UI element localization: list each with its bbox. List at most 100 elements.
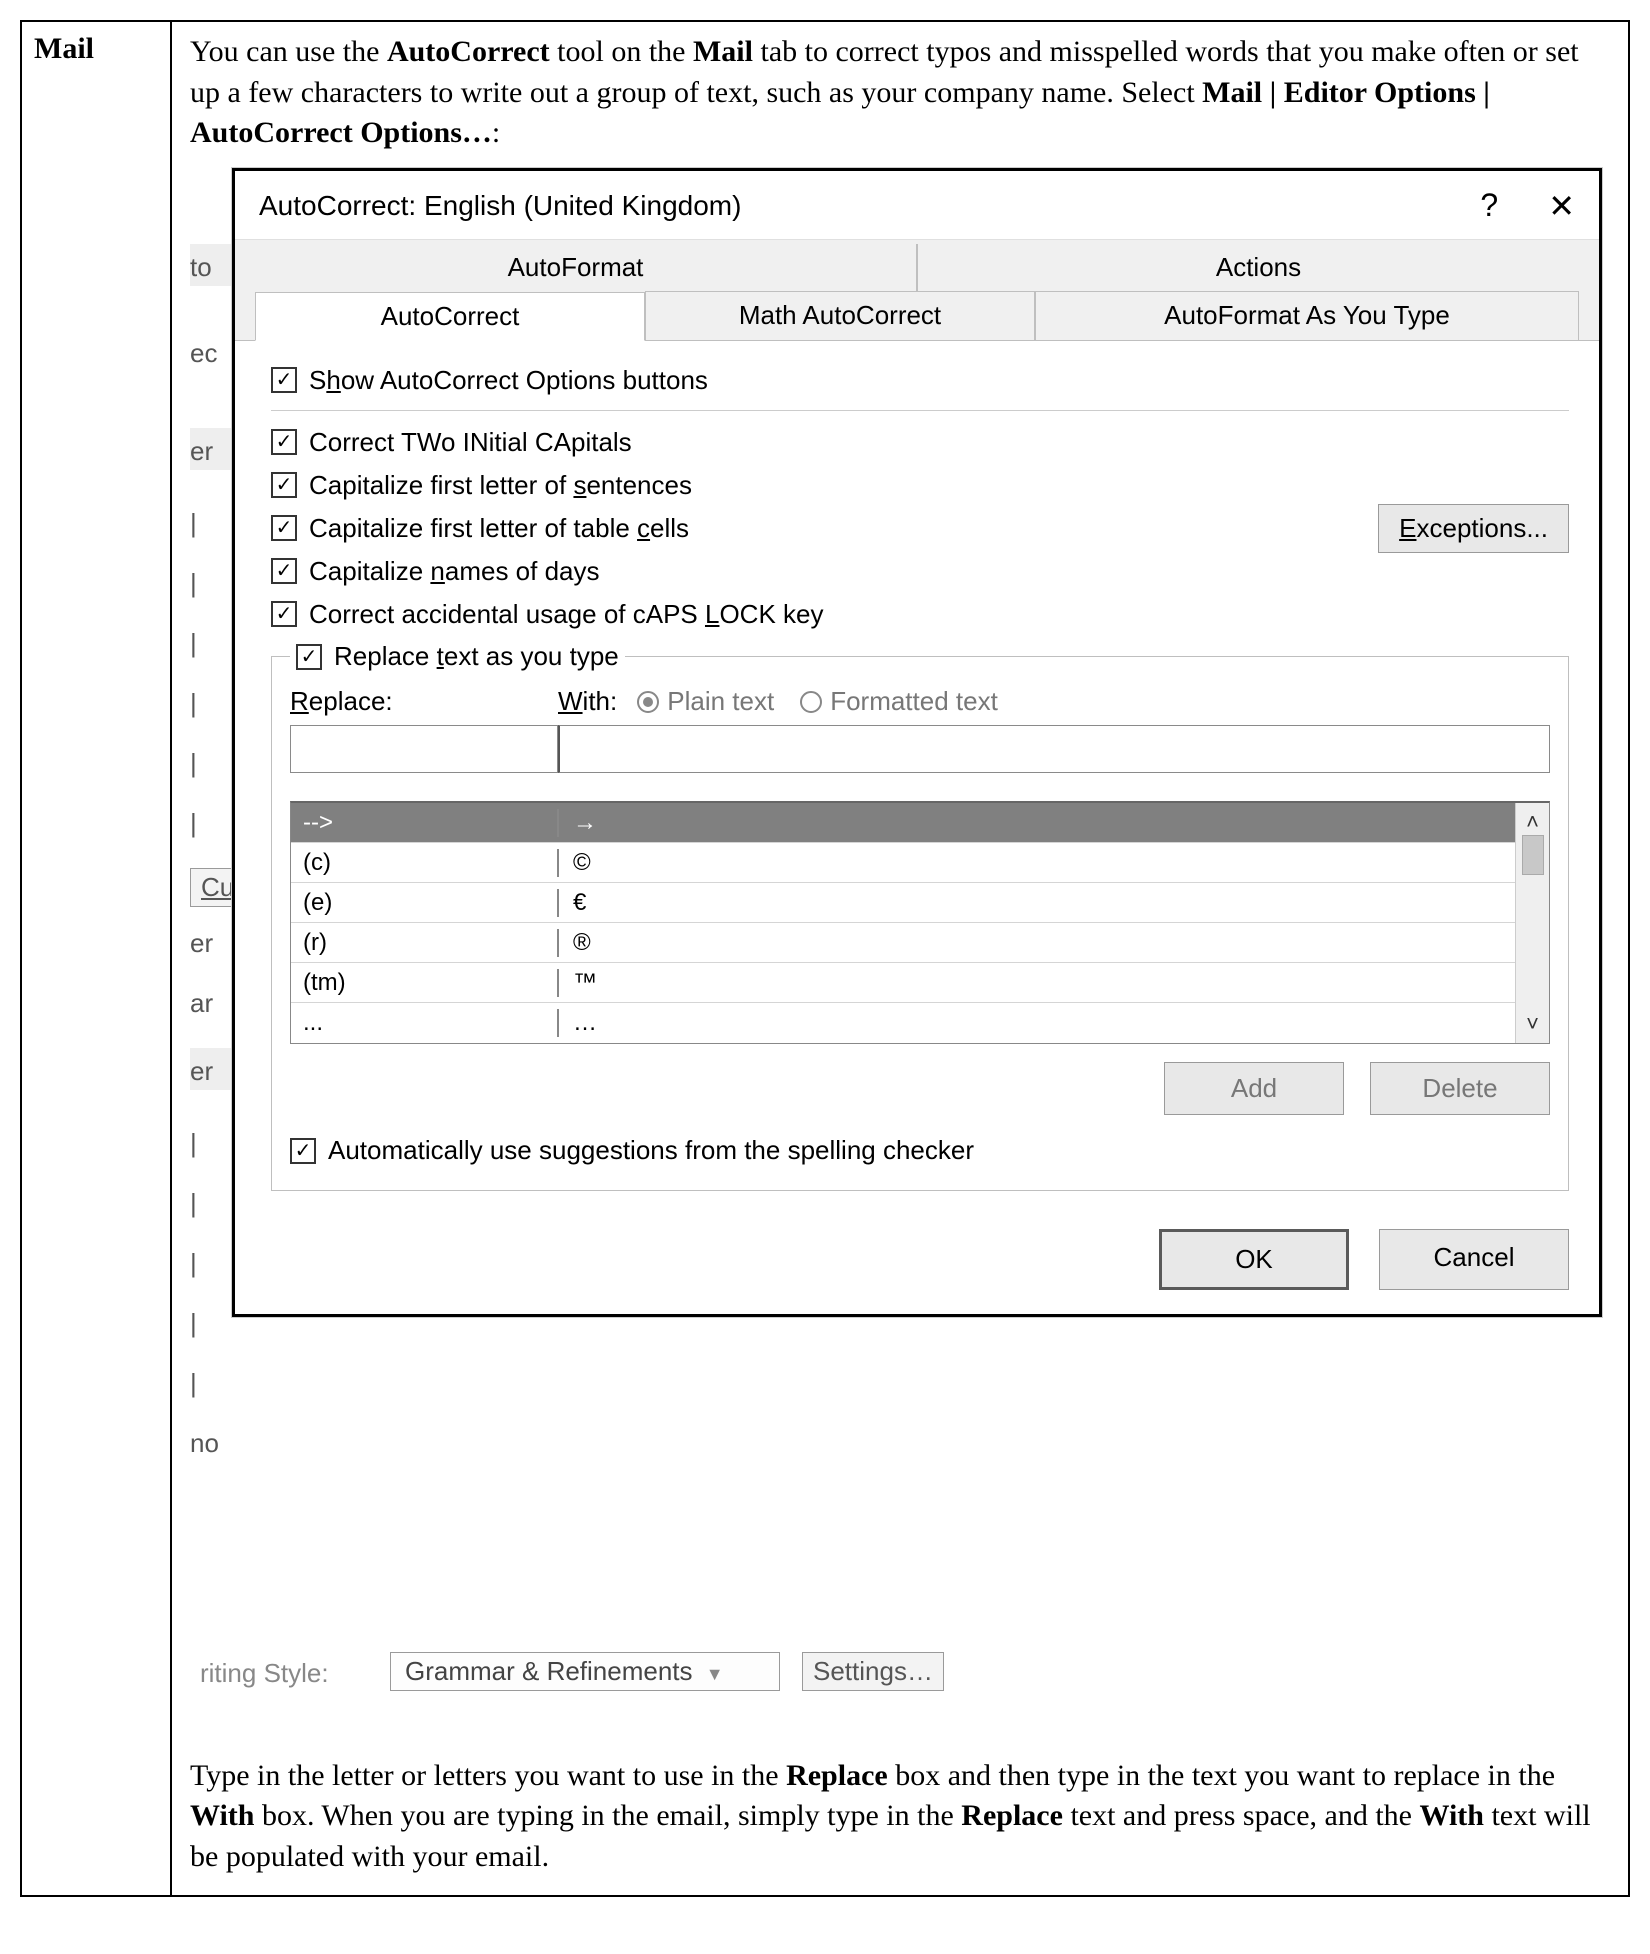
text-bold: Replace — [786, 1759, 888, 1792]
list-row[interactable]: (tm) ™ — [291, 963, 1515, 1003]
chk-capitalize-sentences[interactable]: Capitalize first letter of sentences — [271, 464, 1378, 507]
chk-show-options[interactable]: Show AutoCorrect Options buttons — [271, 359, 1569, 402]
screenshot-region: to ec er | | | | | | Cu er ar er | | | |… — [190, 168, 1610, 1738]
checkbox-label: Automatically use suggestions from the s… — [328, 1135, 974, 1166]
row-heading: Mail — [22, 22, 172, 1895]
list-row[interactable]: (e) € — [291, 883, 1515, 923]
field-labels: Replace: With: Plain text Formatted text — [290, 686, 1550, 717]
delete-button[interactable]: Delete — [1370, 1062, 1550, 1115]
autocorrect-dialog: AutoCorrect: English (United Kingdom) ? … — [232, 168, 1602, 1318]
radio-icon — [800, 691, 822, 713]
checkbox-icon[interactable] — [296, 644, 322, 670]
list-row[interactable]: (c) © — [291, 843, 1515, 883]
list-with-cell: … — [559, 1009, 1515, 1037]
list-replace-cell: (e) — [291, 889, 559, 917]
dialog-title: AutoCorrect: English (United Kingdom) — [259, 190, 1480, 222]
chk-replace-as-you-type[interactable]: Replace text as you type — [290, 641, 625, 672]
list-with-cell: ® — [559, 929, 1515, 957]
scroll-thumb[interactable] — [1522, 835, 1544, 875]
list-with-cell: ™ — [559, 969, 1515, 997]
dialog-footer: OK Cancel — [235, 1209, 1599, 1314]
list-buttons: Add Delete — [290, 1062, 1550, 1115]
text-bold: AutoCorrect — [387, 35, 550, 68]
list-with-cell: © — [559, 849, 1515, 877]
close-icon[interactable]: ✕ — [1548, 187, 1575, 225]
scrollbar[interactable]: ˄ ˅ — [1515, 803, 1549, 1043]
checkbox-icon[interactable] — [271, 429, 297, 455]
settings-button[interactable]: Settings… — [802, 1652, 944, 1691]
exceptions-button[interactable]: Exceptions... — [1378, 504, 1569, 553]
cancel-button[interactable]: Cancel — [1379, 1229, 1569, 1290]
list-body: --> → (c) © (e) € — [291, 803, 1515, 1043]
tab-row-back: AutoFormat Actions — [235, 244, 1599, 291]
tab-row-front: AutoCorrect Math AutoCorrect AutoFormat … — [235, 291, 1599, 341]
with-input[interactable] — [558, 725, 1550, 773]
writing-style-select[interactable]: Grammar & Refinements ▼ — [390, 1652, 780, 1691]
replace-section: Replace text as you type Replace: With: … — [271, 656, 1569, 1192]
ok-button[interactable]: OK — [1159, 1229, 1349, 1290]
list-row[interactable]: ... … — [291, 1003, 1515, 1043]
tab-group: AutoFormat Actions AutoCorrect Math Auto… — [235, 239, 1599, 341]
checkbox-icon[interactable] — [290, 1138, 316, 1164]
autocorrect-list[interactable]: --> → (c) © (e) € — [290, 801, 1550, 1044]
bg-pipe: | — [190, 628, 220, 659]
list-replace-cell: (tm) — [291, 969, 559, 997]
list-row[interactable]: (r) ® — [291, 923, 1515, 963]
replace-input[interactable] — [290, 725, 558, 773]
list-with-cell: → — [559, 809, 1515, 837]
text-bold: With — [190, 1799, 254, 1832]
bg-pipe: | — [190, 688, 220, 719]
checkbox-icon[interactable] — [271, 367, 297, 393]
with-format-radios: Plain text Formatted text — [637, 686, 998, 717]
list-replace-cell: (r) — [291, 929, 559, 957]
bg-text-fragment: ar — [190, 988, 230, 1019]
checkbox-label: Capitalize names of days — [309, 556, 600, 587]
tab-autocorrect[interactable]: AutoCorrect — [255, 292, 645, 341]
document-table: Mail You can use the AutoCorrect tool on… — [20, 20, 1630, 1897]
checkbox-icon[interactable] — [271, 472, 297, 498]
bg-pipe: | — [190, 1308, 220, 1339]
text: text and press space, and the — [1063, 1799, 1420, 1832]
tab-autoformat[interactable]: AutoFormat — [235, 244, 917, 291]
radio-formatted-text[interactable]: Formatted text — [800, 686, 998, 717]
bg-pipe: | — [190, 1368, 220, 1399]
help-icon[interactable]: ? — [1480, 187, 1498, 224]
bg-pipe: | — [190, 748, 220, 779]
row-body: You can use the AutoCorrect tool on the … — [172, 22, 1628, 1895]
divider — [271, 410, 1569, 411]
chk-capitalize-days[interactable]: Capitalize names of days — [271, 550, 1378, 593]
chk-caps-lock[interactable]: Correct accidental usage of cAPS LOCK ke… — [271, 593, 1378, 636]
text-bold: With — [1419, 1799, 1483, 1832]
checkbox-icon[interactable] — [271, 558, 297, 584]
tab-autoformat-as-you-type[interactable]: AutoFormat As You Type — [1035, 291, 1579, 340]
text: tool on the — [550, 35, 693, 68]
checkbox-icon[interactable] — [271, 601, 297, 627]
chk-capitalize-table-cells[interactable]: Capitalize first letter of table cells — [271, 507, 1378, 550]
bg-text-fragment: ec — [190, 338, 230, 369]
tab-actions[interactable]: Actions — [917, 244, 1599, 291]
outro-paragraph: Type in the letter or letters you want t… — [190, 1756, 1610, 1878]
bg-text-fragment: to — [190, 252, 230, 283]
scroll-up-icon[interactable]: ˄ — [1526, 809, 1539, 835]
radio-plain-text[interactable]: Plain text — [637, 686, 774, 717]
bg-text-fragment: er — [190, 1056, 230, 1087]
bg-button-fragment: Cu — [190, 868, 232, 907]
bg-pipe: | — [190, 1188, 220, 1219]
chk-two-initial-caps[interactable]: Correct TWo INitial CApitals — [271, 421, 1378, 464]
tab-math-autocorrect[interactable]: Math AutoCorrect — [645, 291, 1035, 340]
checkbox-label: Capitalize first letter of table cells — [309, 513, 689, 544]
select-value: Grammar & Refinements — [405, 1656, 693, 1686]
text: You can use the — [190, 35, 387, 68]
chk-use-suggestions[interactable]: Automatically use suggestions from the s… — [290, 1129, 1550, 1172]
checkbox-label: Show AutoCorrect Options buttons — [309, 365, 708, 396]
checkbox-label: Correct accidental usage of cAPS LOCK ke… — [309, 599, 823, 630]
list-with-cell: € — [559, 889, 1515, 917]
add-button[interactable]: Add — [1164, 1062, 1344, 1115]
scroll-down-icon[interactable]: ˅ — [1526, 1011, 1539, 1037]
bg-pipe: | — [190, 1128, 220, 1159]
checkbox-icon[interactable] — [271, 515, 297, 541]
checkbox-label: Replace text as you type — [334, 641, 619, 672]
dropdown-icon: ▼ — [706, 1664, 724, 1684]
text-bold: Replace — [961, 1799, 1063, 1832]
list-row[interactable]: --> → — [291, 803, 1515, 843]
